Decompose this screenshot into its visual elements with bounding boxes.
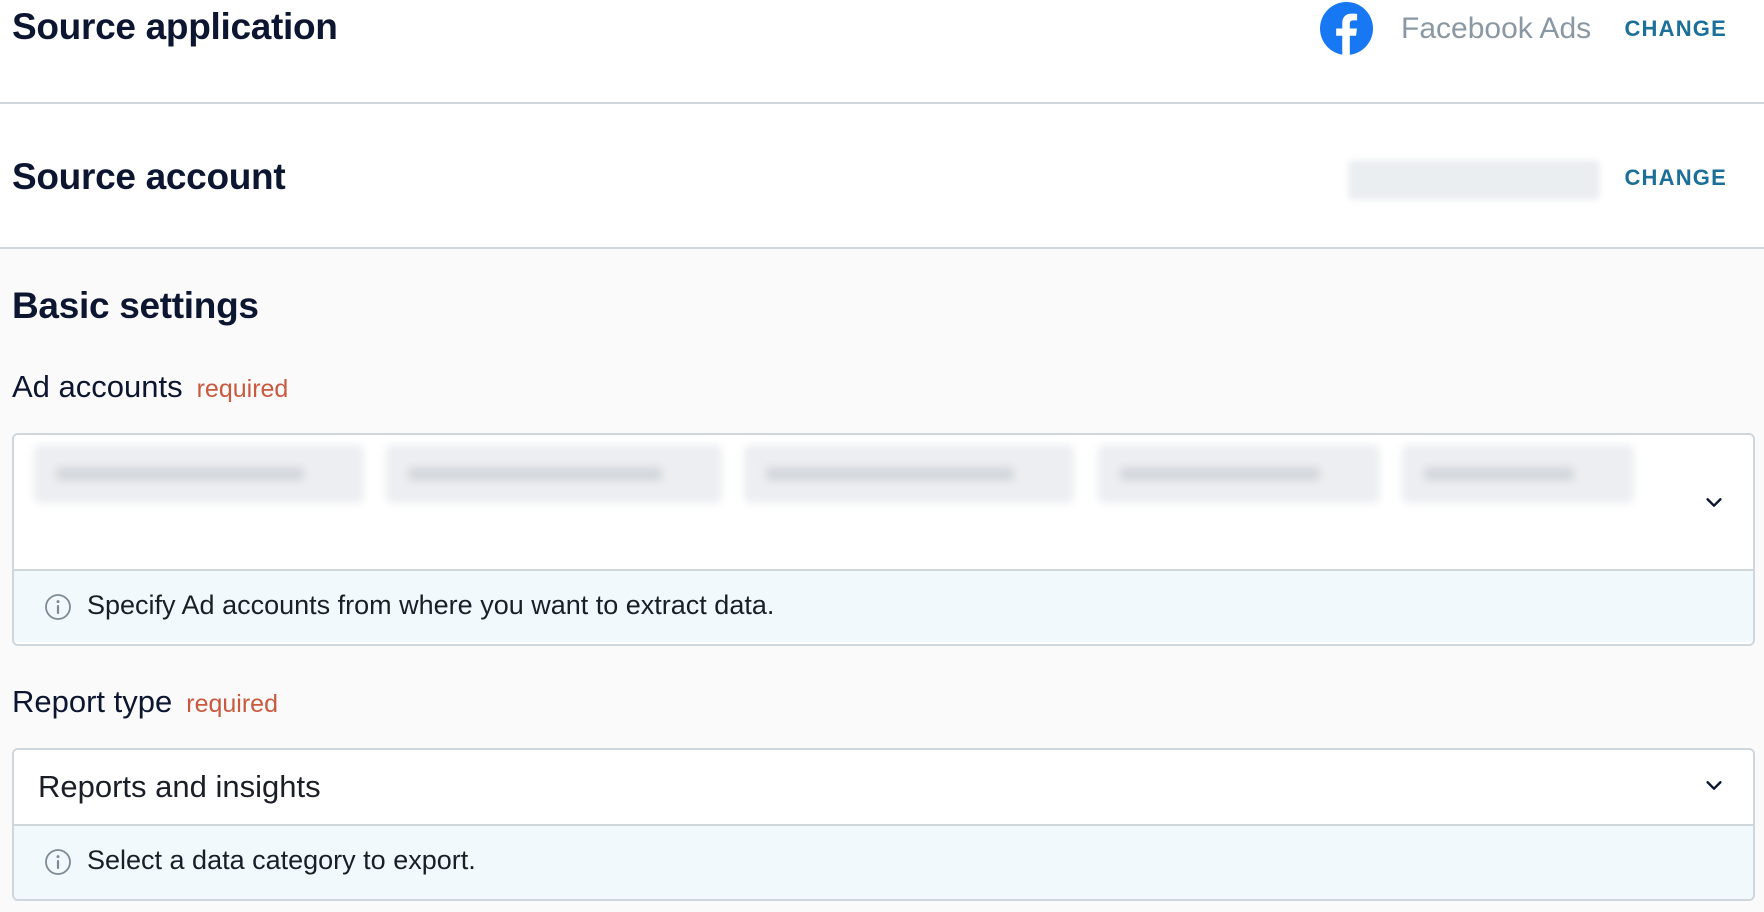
ad-accounts-required-tag: required (196, 375, 289, 403)
info-icon (45, 594, 71, 620)
report-type-select[interactable]: Reports and insights (14, 750, 1753, 826)
ad-accounts-label: Ad accounts (12, 369, 183, 404)
ad-account-chip-redacted[interactable] (1098, 445, 1380, 503)
change-source-app-button[interactable]: CHANGE (1624, 16, 1727, 42)
report-type-hint: Select a data category to export. (14, 826, 1753, 899)
source-account-title: Source account (12, 156, 286, 197)
ad-account-chip-redacted[interactable] (386, 445, 722, 503)
info-icon (45, 849, 71, 875)
source-account-name-redacted (1348, 160, 1600, 200)
chevron-down-icon[interactable] (1703, 491, 1725, 513)
basic-settings-section: Basic settings Ad accounts required Speci… (0, 249, 1764, 912)
basic-settings-title: Basic settings (12, 285, 259, 326)
facebook-icon (1320, 2, 1373, 55)
source-application-title: Source application (12, 6, 338, 47)
ad-account-chip-redacted[interactable] (34, 445, 364, 503)
chevron-down-icon[interactable] (1703, 774, 1725, 796)
ad-accounts-hint-text: Specify Ad accounts from where you want … (87, 590, 775, 620)
report-type-label: Report type (12, 684, 173, 719)
report-type-selected-value[interactable]: Reports and insights (38, 769, 321, 805)
report-type-hint-text: Select a data category to export. (87, 845, 476, 875)
report-type-field: Reports and insights Select a data categ… (12, 748, 1755, 901)
ad-account-chip-redacted[interactable] (744, 445, 1074, 503)
ad-accounts-field: Specify Ad accounts from where you want … (12, 433, 1755, 646)
report-type-required-tag: required (186, 690, 278, 718)
source-app-name: Facebook Ads (1401, 12, 1592, 45)
ad-accounts-multiselect[interactable] (14, 435, 1753, 571)
report-type-label-row: Report type required (12, 684, 278, 720)
ad-accounts-label-row: Ad accounts required (12, 369, 288, 405)
change-source-account-button[interactable]: CHANGE (1624, 165, 1727, 191)
source-application-section: Source application Facebook Ads CHANGE (0, 0, 1764, 104)
ad-accounts-hint: Specify Ad accounts from where you want … (14, 571, 1753, 642)
ad-account-chip-redacted[interactable] (1402, 445, 1634, 503)
